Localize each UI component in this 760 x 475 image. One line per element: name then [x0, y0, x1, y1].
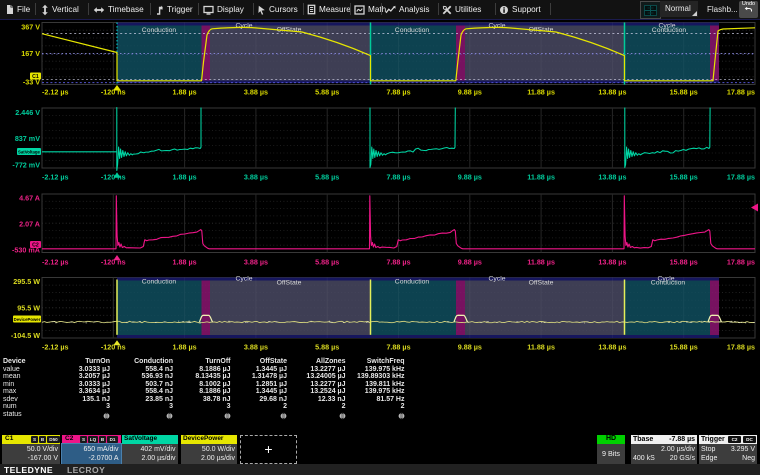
svg-text:13.88 µs: 13.88 µs [598, 173, 626, 182]
svg-text:4.67 A: 4.67 A [19, 194, 40, 203]
svg-text:-772 mV: -772 mV [12, 161, 40, 170]
svg-text:167 V: 167 V [21, 49, 40, 58]
svg-text:OffState: OffState [277, 280, 302, 287]
svg-text:2.446 V: 2.446 V [15, 108, 40, 117]
svg-text:Conduction: Conduction [395, 279, 430, 286]
svg-text:15.88 µs: 15.88 µs [670, 343, 698, 352]
svg-text:7.88 µs: 7.88 µs [386, 343, 410, 352]
svg-text:17.88 µs: 17.88 µs [727, 173, 755, 182]
svg-text:3.88 µs: 3.88 µs [244, 258, 268, 267]
svg-text:11.88 µs: 11.88 µs [527, 173, 555, 182]
svg-text:Cycle: Cycle [236, 23, 253, 30]
svg-text:C2: C2 [32, 242, 39, 248]
svg-text:13.88 µs: 13.88 µs [598, 88, 626, 97]
svg-text:1.88 µs: 1.88 µs [173, 173, 197, 182]
svg-text:11.88 µs: 11.88 µs [527, 258, 555, 267]
svg-text:2.07 A: 2.07 A [19, 220, 40, 229]
svg-text:15.88 µs: 15.88 µs [670, 173, 698, 182]
svg-text:9.88 µs: 9.88 µs [458, 88, 482, 97]
svg-text:11.88 µs: 11.88 µs [527, 88, 555, 97]
svg-text:3.88 µs: 3.88 µs [244, 88, 268, 97]
svg-text:5.88 µs: 5.88 µs [315, 173, 339, 182]
svg-text:11.88 µs: 11.88 µs [527, 343, 555, 352]
svg-text:9.88 µs: 9.88 µs [458, 258, 482, 267]
svg-text:837 mV: 837 mV [15, 134, 40, 143]
svg-text:7.88 µs: 7.88 µs [386, 173, 410, 182]
svg-text:7.88 µs: 7.88 µs [386, 258, 410, 267]
svg-text:-120 ns: -120 ns [101, 173, 126, 182]
svg-text:-104.5 W: -104.5 W [11, 331, 40, 340]
svg-text:Conduction: Conduction [142, 27, 177, 34]
svg-text:9.88 µs: 9.88 µs [458, 173, 482, 182]
svg-text:-2.12 µs: -2.12 µs [42, 258, 69, 267]
svg-text:9.88 µs: 9.88 µs [458, 343, 482, 352]
svg-text:Cycle: Cycle [236, 276, 253, 283]
svg-text:17.88 µs: 17.88 µs [727, 258, 755, 267]
svg-text:13.88 µs: 13.88 µs [598, 258, 626, 267]
svg-text:1.88 µs: 1.88 µs [173, 343, 197, 352]
svg-text:95.5 W: 95.5 W [17, 304, 40, 313]
svg-text:295.5 W: 295.5 W [13, 277, 40, 286]
svg-text:3.88 µs: 3.88 µs [244, 343, 268, 352]
svg-text:Conduction: Conduction [651, 280, 686, 287]
svg-text:C1: C1 [32, 74, 39, 80]
svg-text:17.88 µs: 17.88 µs [727, 88, 755, 97]
svg-text:-2.12 µs: -2.12 µs [42, 343, 69, 352]
svg-text:13.88 µs: 13.88 µs [598, 343, 626, 352]
svg-text:15.88 µs: 15.88 µs [670, 258, 698, 267]
svg-text:5.88 µs: 5.88 µs [315, 343, 339, 352]
svg-text:1.88 µs: 1.88 µs [173, 88, 197, 97]
svg-text:Conduction: Conduction [142, 279, 177, 286]
svg-text:3.88 µs: 3.88 µs [244, 173, 268, 182]
svg-text:5.88 µs: 5.88 µs [315, 88, 339, 97]
svg-text:-2.12 µs: -2.12 µs [42, 173, 69, 182]
svg-text:OffState: OffState [529, 280, 554, 287]
svg-text:1.88 µs: 1.88 µs [173, 258, 197, 267]
svg-text:-2.12 µs: -2.12 µs [42, 88, 69, 97]
svg-text:-120 ns: -120 ns [101, 343, 126, 352]
svg-text:SatVoltage: SatVoltage [18, 149, 40, 154]
svg-text:367 V: 367 V [21, 23, 40, 32]
svg-text:15.88 µs: 15.88 µs [670, 88, 698, 97]
svg-text:Cycle: Cycle [489, 23, 506, 30]
svg-text:Conduction: Conduction [652, 27, 687, 34]
svg-text:7.88 µs: 7.88 µs [386, 88, 410, 97]
svg-text:DevicePower: DevicePower [14, 317, 41, 322]
svg-text:-120 ns: -120 ns [101, 88, 126, 97]
svg-text:17.88 µs: 17.88 µs [727, 343, 755, 352]
svg-text:-120 ns: -120 ns [101, 258, 126, 267]
svg-text:Cycle: Cycle [489, 276, 506, 283]
svg-text:5.88 µs: 5.88 µs [315, 258, 339, 267]
svg-text:Conduction: Conduction [395, 27, 430, 34]
